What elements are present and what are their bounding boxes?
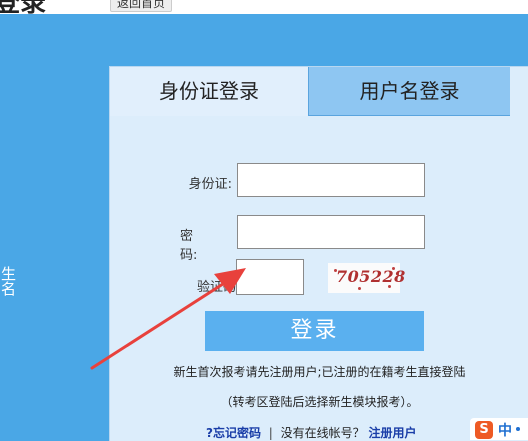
ime-mode[interactable]: 中 [498,420,512,440]
no-account-text: 没有在线帐号？ [280,426,365,440]
page-title: 登录 [0,0,46,14]
ime-toolbar[interactable]: S 中 [470,418,528,440]
tab-username-login[interactable]: 用户名登录 [308,67,510,116]
back-home-button[interactable]: 返回首页 [110,0,173,12]
login-panel: 身份证登录 用户名登录 身份证: 密 码: 验证码 705228 登录 新生首次… [109,66,528,441]
captcha-text: 705228 [336,267,406,286]
captcha-input[interactable] [236,259,304,295]
transfer-note: （转考区登陆后选择新生模块报考）。 [220,395,419,409]
password-input[interactable] [237,215,425,249]
password-label: 密 码: [180,229,220,263]
sogou-logo-icon: S [475,421,493,439]
captcha-image[interactable]: 705228 [328,263,405,293]
tab-id-card-login[interactable]: 身份证登录 [110,67,308,116]
captcha-label: 验证码 [196,280,236,295]
link-separator: | [268,426,273,440]
id-card-input[interactable] [237,163,425,197]
ime-dot-icon [516,427,520,431]
registration-note: 新生首次报考请先注册用户;已注册的在籍考生直接登陆 [173,365,466,379]
top-bar: 登录 返回首页 [0,0,528,14]
side-text: 生名 [0,266,17,296]
login-button[interactable]: 登录 [205,311,424,351]
forgot-password-link[interactable]: ?忘记密码 [206,426,261,440]
id-card-label: 身份证: [188,177,232,192]
footer-links: ?忘记密码 | 没有在线帐号？ 注册用户 [206,424,417,441]
register-link[interactable]: 注册用户 [369,426,417,440]
